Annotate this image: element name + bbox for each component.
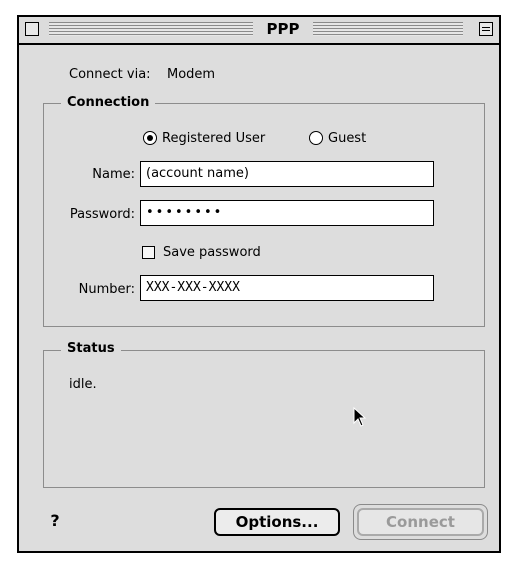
close-box-icon[interactable] xyxy=(25,22,39,36)
connect-via-label: Connect via: xyxy=(69,67,151,82)
help-icon[interactable]: ? xyxy=(45,511,65,531)
title-bar[interactable]: PPP xyxy=(19,17,499,45)
status-text: idle. xyxy=(69,377,97,392)
registered-user-radio[interactable] xyxy=(143,131,157,145)
name-field[interactable]: (account name) xyxy=(140,161,434,187)
number-label: Number: xyxy=(78,282,135,297)
name-label: Name: xyxy=(92,167,135,182)
save-password-checkbox[interactable] xyxy=(142,246,155,259)
number-field[interactable]: XXX-XXX-XXXX xyxy=(140,275,434,301)
window-title: PPP xyxy=(266,20,300,38)
guest-label[interactable]: Guest xyxy=(328,131,366,146)
mouse-pointer-icon xyxy=(353,407,367,427)
password-field[interactable]: •••••••• xyxy=(140,200,434,226)
ppp-window: PPP Connect via: Modem Connection Regist… xyxy=(17,15,501,553)
status-group xyxy=(43,350,485,488)
connect-via-value: Modem xyxy=(167,67,216,82)
save-password-label[interactable]: Save password xyxy=(163,245,261,260)
registered-user-label[interactable]: Registered User xyxy=(162,131,265,146)
collapse-box-icon[interactable] xyxy=(479,22,493,36)
options-button[interactable]: Options... xyxy=(214,508,340,536)
connect-button[interactable]: Connect xyxy=(357,508,484,536)
title-stripes-right xyxy=(313,22,463,36)
guest-radio[interactable] xyxy=(309,131,323,145)
status-legend: Status xyxy=(61,341,121,356)
connection-legend: Connection xyxy=(61,95,156,110)
password-label: Password: xyxy=(69,207,135,222)
title-stripes-left xyxy=(49,22,253,36)
